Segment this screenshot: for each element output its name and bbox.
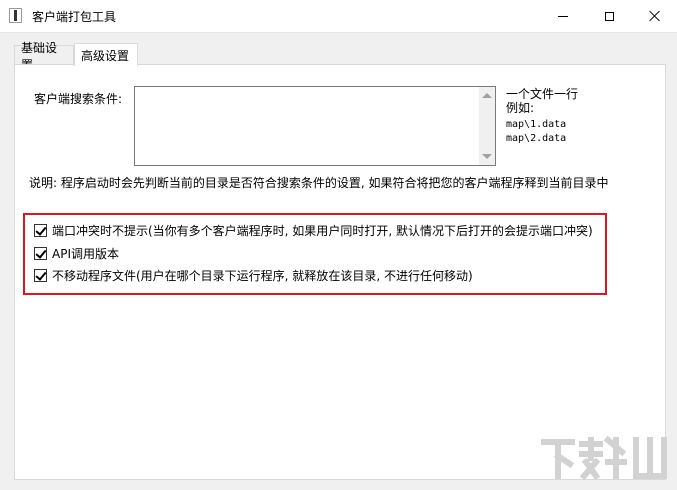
hint-line-1: 一个文件一行 [506, 87, 579, 101]
tab-basic-settings[interactable]: 基础设置 [14, 41, 74, 72]
watermark-icon [541, 435, 667, 481]
option-do-not-move-files[interactable]: 不移动程序文件(用户在哪个目录下运行程序, 就释放在该目录, 不进行任何移动) [34, 267, 473, 283]
checkbox-checked-icon[interactable] [34, 268, 47, 282]
maximize-icon [604, 11, 614, 21]
watermark-logo [538, 432, 670, 482]
app-icon [9, 8, 22, 23]
option-label: 端口冲突时不提示(当你有多个客户端程序时, 如果用户同时打开, 默认情况下后打开… [52, 223, 593, 238]
scroll-down-icon[interactable] [482, 154, 492, 159]
close-icon [649, 10, 661, 22]
textarea-scrollbar[interactable] [479, 87, 495, 165]
title-bar: 客户端打包工具 [0, 0, 677, 33]
option-label: API调用版本 [52, 246, 119, 261]
checkbox-checked-icon[interactable] [34, 223, 47, 237]
minimize-icon [558, 15, 568, 17]
search-hint: 一个文件一行 例如: [506, 87, 578, 115]
option-no-port-conflict-prompt[interactable]: 端口冲突时不提示(当你有多个客户端程序时, 如果用户同时打开, 默认情况下后打开… [34, 222, 593, 238]
hint-line-2: 例如: [506, 101, 535, 115]
option-label: 不移动程序文件(用户在哪个目录下运行程序, 就释放在该目录, 不进行任何移动) [52, 268, 473, 283]
close-button[interactable] [632, 0, 677, 32]
minimize-button[interactable] [540, 0, 586, 32]
maximize-button[interactable] [586, 0, 632, 32]
description-text: 说明: 程序启动时会先判断当前的目录是否符合搜索条件的设置, 如果符合将把您的客… [29, 176, 609, 190]
checkbox-checked-icon[interactable] [34, 246, 47, 260]
window-title: 客户端打包工具 [32, 10, 117, 24]
scroll-up-icon[interactable] [482, 93, 492, 98]
tab-advanced-settings[interactable]: 高级设置 [74, 43, 138, 66]
example-path-1: map\1.data [506, 119, 567, 130]
option-api-version[interactable]: API调用版本 [34, 245, 119, 261]
search-condition-label: 客户端搜索条件: [34, 92, 123, 106]
search-condition-input[interactable] [134, 86, 496, 166]
example-path-2: map\2.data [506, 133, 567, 144]
